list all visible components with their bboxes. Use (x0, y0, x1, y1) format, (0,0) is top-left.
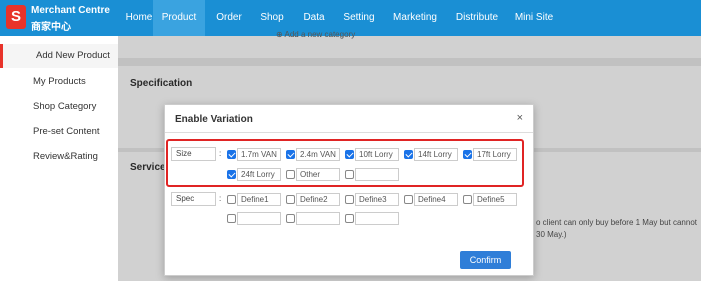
size-checkbox-8[interactable] (345, 170, 354, 179)
spec-option-6[interactable] (237, 212, 281, 225)
sidebar-item-my-products[interactable]: My Products (0, 70, 118, 94)
size-option-3[interactable]: 10ft Lorry (355, 148, 399, 161)
sidebar-item-shop-category[interactable]: Shop Category (0, 95, 118, 119)
sidebar-item-pre-set-content[interactable]: Pre-set Content (0, 120, 118, 144)
nav-item-marketing[interactable]: Marketing (386, 0, 444, 36)
size-highlight-box (166, 139, 524, 187)
spec-checkbox-1[interactable] (227, 195, 236, 204)
spec-checkbox-5[interactable] (463, 195, 472, 204)
size-option-2[interactable]: 2.4m VAN (296, 148, 340, 161)
spec-option-8[interactable] (355, 212, 399, 225)
size-checkbox-4[interactable] (404, 150, 413, 159)
spec-checkbox-4[interactable] (404, 195, 413, 204)
size-option-8-custom[interactable] (355, 168, 399, 181)
nav-item-product[interactable]: Product (153, 0, 205, 36)
spec-colon: : (219, 194, 222, 203)
size-label: Size (171, 147, 216, 161)
modal-title: Enable Variation (175, 114, 253, 125)
size-checkbox-1[interactable] (227, 150, 236, 159)
size-checkbox-7[interactable] (286, 170, 295, 179)
size-option-7[interactable]: Other (296, 168, 340, 181)
confirm-button[interactable]: Confirm (460, 251, 511, 269)
modal-header: Enable Variation × (165, 105, 533, 133)
size-option-5[interactable]: 17ft Lorry (473, 148, 517, 161)
logo-badge: S (6, 5, 26, 29)
size-checkbox-2[interactable] (286, 150, 295, 159)
logo-title-cn: 商家中心 (31, 22, 71, 33)
sidebar: Add New Product My Products Shop Categor… (0, 36, 118, 281)
spec-checkbox-3[interactable] (345, 195, 354, 204)
spec-option-7[interactable] (296, 212, 340, 225)
spec-option-1[interactable]: Define1 (237, 193, 281, 206)
size-checkbox-5[interactable] (463, 150, 472, 159)
nav-item-mini-site[interactable]: Mini Site (509, 0, 559, 36)
sidebar-item-add-new-product[interactable]: Add New Product (0, 44, 118, 68)
spec-checkbox-8[interactable] (345, 214, 354, 223)
size-colon: : (219, 149, 222, 158)
spec-checkbox-2[interactable] (286, 195, 295, 204)
sidebar-item-review-rating[interactable]: Review&Rating (0, 145, 118, 169)
size-checkbox-6[interactable] (227, 170, 236, 179)
logo[interactable]: S Merchant Centre 商家中心 (0, 0, 118, 36)
nav-item-order[interactable]: Order (208, 0, 250, 36)
spec-checkbox-7[interactable] (286, 214, 295, 223)
logo-title-en: Merchant Centre (31, 5, 110, 16)
spec-checkbox-6[interactable] (227, 214, 236, 223)
spec-option-4[interactable]: Define4 (414, 193, 458, 206)
size-option-6[interactable]: 24ft Lorry (237, 168, 281, 181)
close-icon[interactable]: × (517, 112, 523, 124)
spec-option-3[interactable]: Define3 (355, 193, 399, 206)
spec-option-2[interactable]: Define2 (296, 193, 340, 206)
nav-item-distribute[interactable]: Distribute (449, 0, 505, 36)
size-option-1[interactable]: 1.7m VAN (237, 148, 281, 161)
size-checkbox-3[interactable] (345, 150, 354, 159)
size-option-4[interactable]: 14ft Lorry (414, 148, 458, 161)
spec-option-5[interactable]: Define5 (473, 193, 517, 206)
spec-label: Spec (171, 192, 216, 206)
